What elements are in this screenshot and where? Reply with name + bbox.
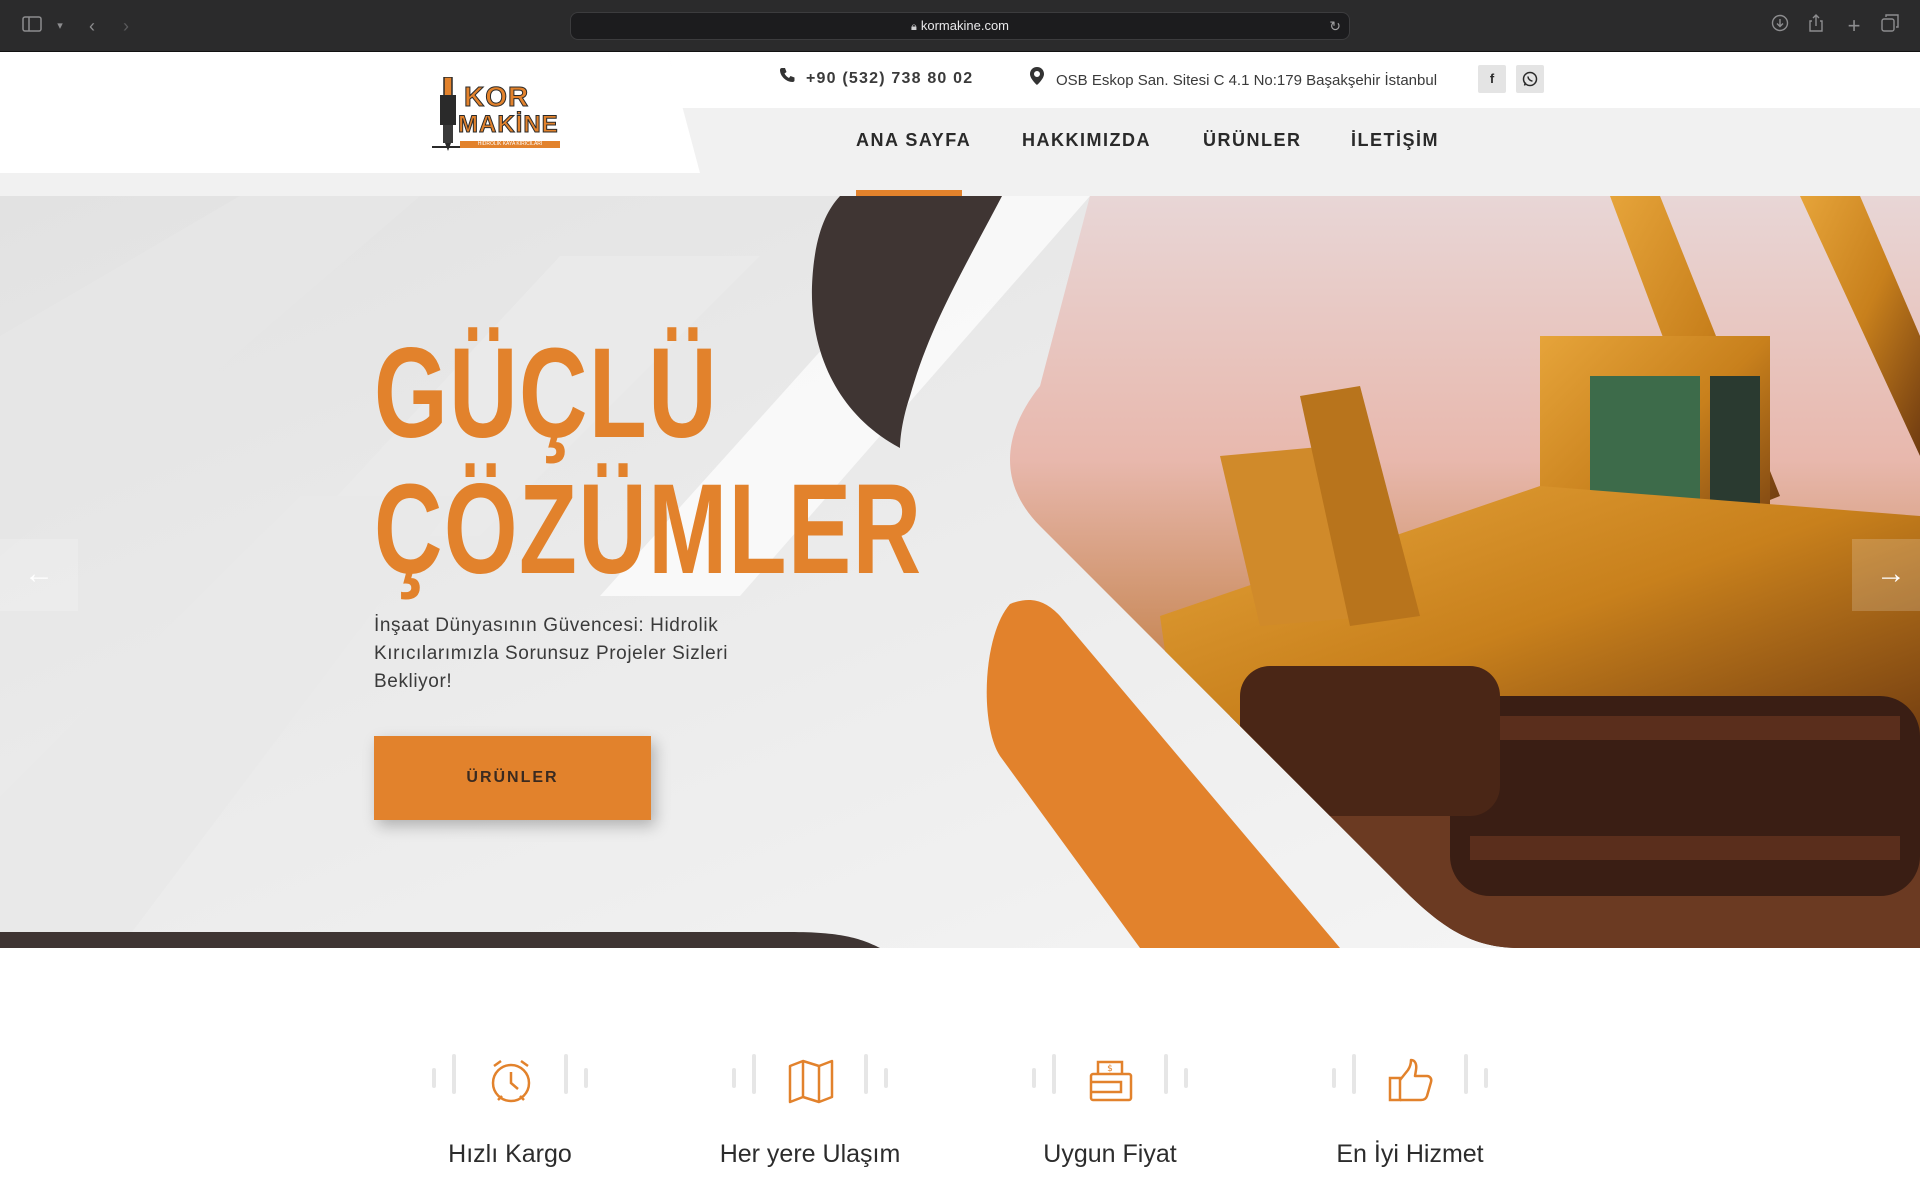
tabs-overview-icon[interactable] xyxy=(1878,14,1902,38)
address-text: OSB Eskop San. Sitesi C 4.1 No:179 Başak… xyxy=(1056,72,1438,89)
reload-icon[interactable]: ↻ xyxy=(1329,13,1341,39)
feature-divider xyxy=(1352,1054,1356,1094)
map-icon xyxy=(788,1059,834,1104)
hero-title-line2: ÇÖZÜMLER xyxy=(374,458,923,601)
share-icon[interactable] xyxy=(1804,14,1828,38)
wallet-icon: $ xyxy=(1089,1060,1133,1102)
browser-toolbar: ▾ ‹ › 🔒︎ kormakine.com ↻ + xyxy=(0,0,1920,52)
feature-divider xyxy=(884,1068,888,1088)
feature-divider xyxy=(732,1068,736,1088)
feature-divider xyxy=(584,1068,588,1088)
feature-divider xyxy=(1464,1054,1468,1094)
address-bar[interactable]: 🔒︎ kormakine.com ↻ xyxy=(570,12,1350,40)
nav-item-urunler[interactable]: ÜRÜNLER xyxy=(1203,130,1302,150)
slider-next-arrow-icon[interactable]: → xyxy=(1852,539,1920,611)
hero-products-button[interactable]: ÜRÜNLER xyxy=(374,736,651,820)
nav-item-ana-sayfa[interactable]: ANA SAYFA xyxy=(856,130,971,150)
feature-best-service: En İyi Hizmet xyxy=(1290,1040,1530,1190)
feature-icon-frame xyxy=(1332,1048,1488,1122)
main-nav: ANA SAYFA HAKKIMIZDA ÜRÜNLER İLETİŞİM xyxy=(0,130,1920,196)
feature-divider xyxy=(864,1054,868,1094)
feature-divider xyxy=(752,1054,756,1094)
feature-label: Uygun Fiyat xyxy=(1043,1140,1177,1168)
feature-divider xyxy=(452,1054,456,1094)
feature-label: Hızlı Kargo xyxy=(448,1140,572,1168)
hero-slider: GÜÇLÜ ÇÖZÜMLER İnşaat Dünyasının Güvence… xyxy=(0,196,1920,948)
lock-icon: 🔒︎ xyxy=(911,21,917,33)
chevron-down-icon[interactable]: ▾ xyxy=(48,14,72,38)
thumbs-up-icon xyxy=(1388,1058,1433,1102)
nav-item-hakkimizda[interactable]: HAKKIMIZDA xyxy=(1022,130,1151,150)
url-text: kormakine.com xyxy=(920,18,1009,33)
feature-delivery-everywhere: Her yere Ulaşım xyxy=(690,1040,930,1190)
feature-icon-frame: $ xyxy=(1032,1048,1188,1122)
feature-divider xyxy=(1032,1068,1036,1088)
hero-subtitle: İnşaat Dünyasının Güvencesi: Hidrolik Kı… xyxy=(374,615,729,692)
hero-title: GÜÇLÜ ÇÖZÜMLER xyxy=(374,326,923,598)
new-tab-icon[interactable]: + xyxy=(1842,14,1866,38)
feature-good-price: $ Uygun Fiyat xyxy=(990,1040,1230,1190)
alarm-clock-icon xyxy=(491,1059,531,1103)
feature-divider xyxy=(432,1068,436,1088)
feature-divider xyxy=(1164,1054,1168,1094)
download-icon[interactable] xyxy=(1768,14,1792,38)
feature-label: En İyi Hizmet xyxy=(1336,1140,1484,1168)
phone-contact[interactable]: +90 (532) 738 80 02 xyxy=(778,67,973,91)
slider-prev-arrow-icon[interactable]: ← xyxy=(0,539,78,611)
feature-divider xyxy=(1484,1068,1488,1088)
phone-icon xyxy=(778,67,796,91)
feature-divider xyxy=(564,1054,568,1094)
address-contact: OSB Eskop San. Sitesi C 4.1 No:179 Başak… xyxy=(1028,67,1437,91)
forward-icon[interactable]: › xyxy=(114,14,138,38)
facebook-icon[interactable]: f xyxy=(1478,65,1506,93)
back-icon[interactable]: ‹ xyxy=(80,14,104,38)
hero-background xyxy=(0,196,1920,948)
feature-divider xyxy=(1052,1054,1056,1094)
logo-text-kor: KOR xyxy=(463,81,530,113)
svg-text:$: $ xyxy=(1107,1064,1113,1074)
phone-number: +90 (532) 738 80 02 xyxy=(806,70,974,87)
feature-fast-shipping: Hızlı Kargo xyxy=(390,1040,630,1190)
feature-divider xyxy=(1332,1068,1336,1088)
map-pin-icon xyxy=(1028,67,1046,93)
site-header: KOR MAKİNE HİDROLİK KAYA KIRICILARI +90 … xyxy=(0,53,1920,196)
sidebar-toggle-icon[interactable] xyxy=(20,14,44,38)
feature-icon-frame xyxy=(432,1048,588,1122)
feature-icon-frame xyxy=(732,1048,888,1122)
nav-item-iletisim[interactable]: İLETİŞİM xyxy=(1351,130,1439,150)
hero-title-line1: GÜÇLÜ xyxy=(374,322,719,465)
feature-divider xyxy=(1184,1068,1188,1088)
feature-label: Her yere Ulaşım xyxy=(719,1140,901,1168)
whatsapp-icon[interactable] xyxy=(1516,65,1544,93)
